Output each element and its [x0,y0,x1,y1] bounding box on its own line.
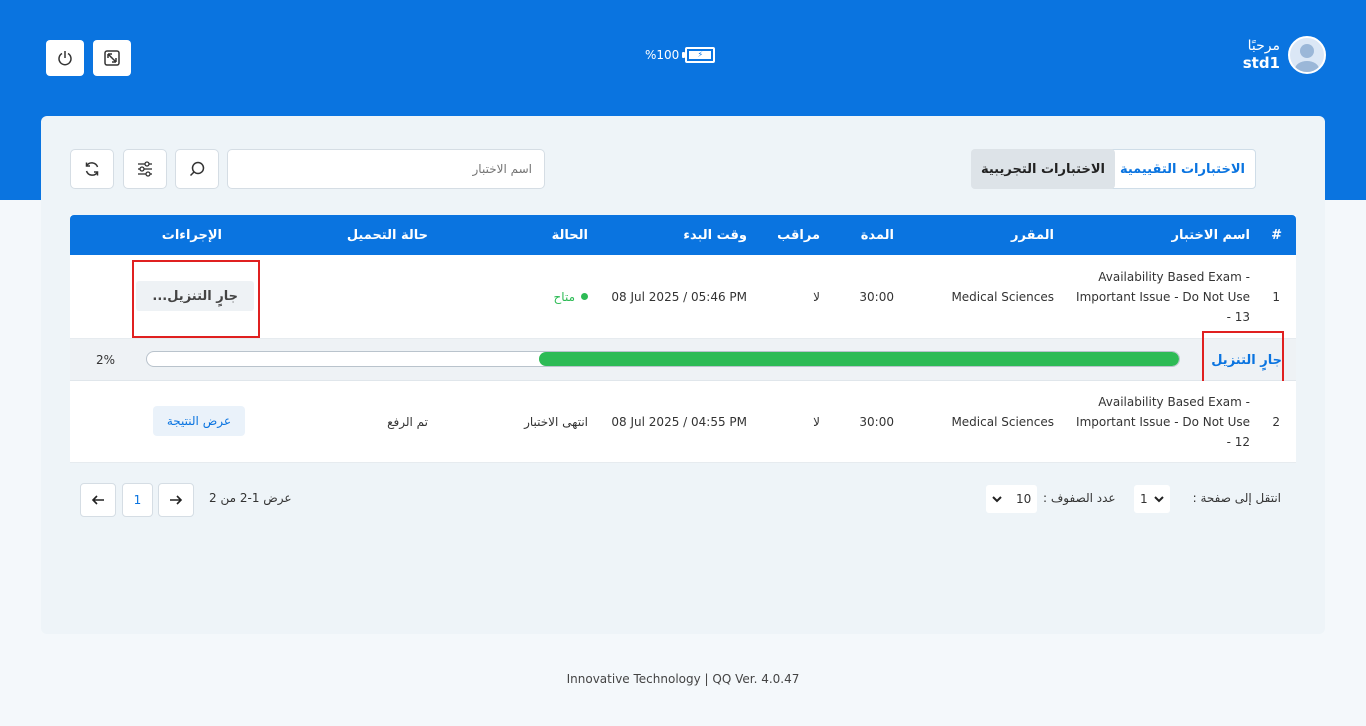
header-course: المقرر [1011,227,1054,243]
row-exam-name: Availability Based Exam - Important Issu… [1076,269,1250,324]
row-status: متاح [553,289,575,304]
username: std1 [1242,54,1280,72]
rows-per-page-select[interactable]: 10 [986,485,1038,513]
tab-assessment-exams[interactable]: الاختبارات التقييمية [1108,149,1256,189]
fullscreen-button[interactable] [93,40,131,76]
battery-icon: ⚡ [682,47,716,63]
power-button[interactable] [46,40,84,76]
header-upload-status: حالة التحميل [346,227,428,243]
goto-page-select[interactable]: 1 [1134,485,1170,513]
arrow-right-icon [170,495,183,505]
row-start-time: 08 Jul 2025 / 05:46 PM [611,289,747,304]
row-duration: 30:00 [859,289,894,304]
header-status: الحالة [551,227,588,243]
goto-page-value: 1 [1140,492,1148,506]
available-dot-icon [581,293,588,300]
search-button[interactable] [175,149,219,189]
table-row: 2 Availability Based Exam - Important Is… [70,381,1296,463]
rows-per-page-value: 10 [1016,492,1032,506]
header-num: # [1271,227,1282,243]
sliders-icon [138,161,152,177]
arrow-left-icon [91,495,104,505]
header-exam-name: اسم الاختبار [1171,227,1250,243]
greeting: مرحبًا [1247,38,1280,54]
download-percent: 2% [96,353,116,367]
user-info: مرحبًا std1 [1243,36,1326,74]
table-row: 1 Availability Based Exam - Important Is… [70,255,1296,339]
avatar[interactable] [1288,36,1326,74]
chevron-down-icon [992,496,1002,503]
exams-table: # اسم الاختبار المقرر المدة مراقب وقت ال… [70,215,1296,463]
refresh-button[interactable] [70,149,114,189]
row-proctored: لا [813,289,820,304]
battery-fill: ⚡ [689,51,712,59]
fullscreen-icon [104,50,120,66]
status-badge: متاح [554,255,588,338]
download-progress-fill [539,352,1179,366]
battery-percent: %100 [645,48,680,62]
row-start-time: 08 Jul 2025 / 04:55 PM [611,414,747,429]
power-icon [58,51,72,66]
row-upload-status: تم الرفع [387,414,428,429]
row-status: انتهى الاختبار [524,414,588,429]
filter-button[interactable] [123,149,167,189]
header-duration: المدة [860,227,894,243]
header-proctored: مراقب [777,227,820,243]
row-duration: 30:00 [859,414,894,429]
next-page-button[interactable] [158,483,194,517]
row-exam-name: Availability Based Exam - Important Issu… [1076,394,1250,449]
chevron-down-icon [1153,496,1164,503]
refresh-icon [85,162,99,176]
tab-trial-exams[interactable]: الاختبارات التجريبية [970,149,1115,189]
table-header: # اسم الاختبار المقرر المدة مراقب وقت ال… [70,215,1296,255]
highlight-box [132,260,260,338]
rows-per-page-label: عدد الصفوف : [1043,491,1116,505]
prev-page-button[interactable] [80,483,116,517]
exams-card: الاختبارات التقييمية الاختبارات التجريبي… [41,116,1325,634]
download-progress-bar [146,351,1180,367]
row-course: Medical Sciences [951,289,1054,304]
row-proctored: لا [813,414,820,429]
view-result-button[interactable]: عرض النتيجة [152,406,245,436]
header-start-time: وقت البدء [683,227,747,243]
row-course: Medical Sciences [951,414,1054,429]
footer-version: Innovative Technology | QQ Ver. 4.0.47 [566,672,800,686]
pagination-summary: عرض 1-2 من 2 [209,491,292,505]
goto-page-label: انتقل إلى صفحة : [1192,491,1281,505]
download-progress-row: جارٍ التنزيل 2% [70,331,1296,389]
battery-indicator: %100 ⚡ [645,47,716,63]
row-num: 1 [1272,289,1280,304]
search-input[interactable] [227,149,545,189]
user-icon [1295,44,1319,72]
row-num: 2 [1272,414,1280,429]
search-icon [189,161,205,177]
header-actions: الإجراءات [161,227,222,243]
page-number-button[interactable]: 1 [122,483,153,517]
